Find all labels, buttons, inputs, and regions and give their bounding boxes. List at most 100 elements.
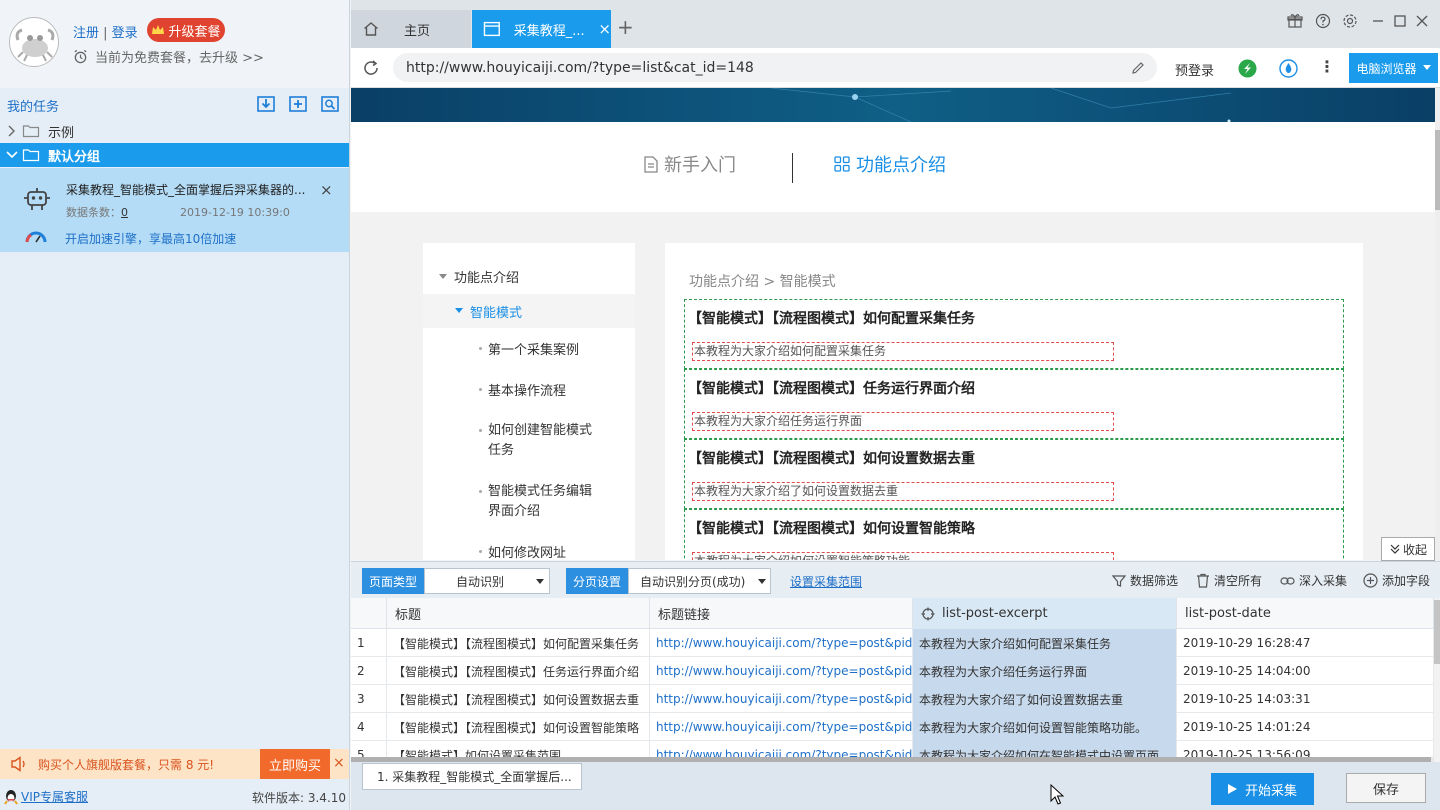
new-task-button[interactable] [288,94,308,114]
article-item[interactable]: 【智能模式】【流程图模式】任务运行界面介绍 本教程为大家介绍任务运行界面 [684,369,1344,439]
promo-text: 购买个人旗舰版套餐，只需 8 元! [38,758,215,772]
side-item[interactable]: 如何修改网址 [479,542,566,560]
table-row[interactable]: 4 【智能模式】【流程图模式】如何设置智能策略 http://www.houyi… [351,713,1434,741]
avatar[interactable] [9,17,59,67]
play-icon [1227,784,1237,794]
data-filter-button[interactable]: 数据筛选 [1112,572,1178,589]
tree-item-default-group[interactable]: 默认分组 [0,143,349,167]
caret-down-icon [536,579,544,584]
nav-beginner[interactable]: 新手入门 [644,151,736,177]
task-card[interactable]: 采集教程_智能模式_全面掌握后羿采集器的... 数据条数：0 2019-12-19… [0,168,349,252]
import-icon [257,96,275,112]
start-collect-button[interactable]: 开始采集 [1211,773,1314,805]
cell-excerpt: 本教程为大家介绍了如何设置数据去重 [913,685,1177,713]
grid-icon [834,156,850,172]
promo-close-icon[interactable]: × [333,755,345,771]
article-item[interactable]: 【智能模式】【流程图模式】如何配置采集任务 本教程为大家介绍如何配置采集任务 [684,299,1344,369]
help-icon[interactable] [1315,13,1331,29]
data-preview-table: 标题 标题链接 list-post-excerpt list-post-date… [351,598,1434,758]
link-icon [1280,576,1295,585]
side-smart-mode[interactable]: 智能模式 [423,294,635,328]
crown-icon [152,25,165,34]
cell-title: 【智能模式】【流程图模式】如何设置智能策略 [387,713,650,741]
side-item[interactable]: 如何创建智能模式 任务 [479,421,592,461]
cell-link: http://www.houyicaiji.com/?type=post&pid… [650,713,913,741]
data-count[interactable]: 0 [121,206,128,219]
side-item[interactable]: 智能模式任务编辑 界面介绍 [479,482,592,522]
side-item[interactable]: 第一个采集案例 [479,339,579,358]
tab-active[interactable]: 采集教程_... × [472,10,611,48]
tree-label-demo: 示例 [48,125,75,141]
settings-gear-icon[interactable] [1342,13,1358,29]
register-link[interactable]: 注册 [73,26,99,41]
row-number-header [351,598,387,629]
table-vertical-scrollbar-thumb[interactable] [1434,600,1440,664]
column-header[interactable]: 标题 [387,598,650,629]
side-root[interactable]: 功能点介绍 [439,267,519,286]
tree-label-default-group: 默认分组 [48,149,101,165]
pre-login-button[interactable]: 预登录 [1175,60,1214,79]
column-header-selected[interactable]: list-post-excerpt [913,598,1177,629]
data-count-label: 数据条数： [66,206,121,219]
article-title: 【智能模式】【流程图模式】如何设置智能策略 [688,521,975,537]
side-item-label: 如何创建智能模式 任务 [488,423,593,458]
accelerate-link[interactable]: 开启加速引擎，享最高10倍加速 [65,230,236,247]
buy-now-button[interactable]: 立即购买 [260,749,330,779]
url-input[interactable]: http://www.houyicaiji.com/?type=list&cat… [393,53,1157,82]
tab-active-label: 采集教程_... [513,23,585,39]
cell-date: 2019-10-25 14:01:24 [1177,713,1434,741]
tree-item-demo[interactable]: 示例 [0,119,349,143]
browser-mode-dropdown[interactable]: 电脑浏览器 [1349,53,1438,83]
edit-pencil-icon[interactable] [1130,60,1146,76]
maximize-icon[interactable] [1392,13,1408,29]
article-item[interactable]: 【智能模式】【流程图模式】如何设置智能策略 本教程为大家介绍如何设置智能策略功能… [684,509,1344,560]
nav-features[interactable]: 功能点介绍 [834,151,946,177]
table-row[interactable]: 1 【智能模式】【流程图模式】如何配置采集任务 http://www.houyi… [351,629,1434,657]
trash-icon [1197,573,1209,588]
column-header[interactable]: list-post-date [1177,598,1434,629]
refresh-icon[interactable] [362,59,380,77]
task-step-label: 1. 采集教程_智能模式_全面掌握后... [377,770,572,784]
side-item[interactable]: 基本操作流程 [479,380,566,399]
table-row[interactable]: 3 【智能模式】【流程图模式】如何设置数据去重 http://www.houyi… [351,685,1434,713]
page-type-select[interactable]: 自动识别 [424,568,550,594]
close-window-icon[interactable] [1414,13,1430,29]
vip-support-link[interactable]: VIP专属客服 [4,788,88,805]
speaker-icon [11,756,25,772]
vip-support-label: VIP专属客服 [21,790,88,804]
paging-select[interactable]: 自动识别分页(成功) [628,568,771,594]
article-item[interactable]: 【智能模式】【流程图模式】如何设置数据去重 本教程为大家介绍了如何设置数据去重 [684,439,1344,509]
blue-drop-icon[interactable] [1279,59,1298,78]
collapse-button[interactable]: 收起 [1381,537,1435,561]
upgrade-button[interactable]: 升级套餐 [147,18,225,42]
login-link[interactable]: 登录 [112,26,138,41]
table-row[interactable]: 5 【智能模式】如何设置采集范围 http://www.houyicaiji.c… [351,741,1434,758]
add-field-button[interactable]: 添加字段 [1363,572,1430,589]
search-task-button[interactable] [320,94,340,114]
webpage-scrollbar-thumb[interactable] [1435,130,1440,210]
nav-beginner-label: 新手入门 [664,155,736,176]
row-number: 5 [351,741,387,758]
table-row[interactable]: 2 【智能模式】【流程图模式】任务运行界面介绍 http://www.houyi… [351,657,1434,685]
banner-network-graphic [770,88,1232,122]
column-header-label: list-post-excerpt [942,606,1048,621]
set-range-link[interactable]: 设置采集范围 [790,573,862,590]
robot-icon [24,188,50,210]
browser-mode-label: 电脑浏览器 [1356,61,1417,76]
data-filter-label: 数据筛选 [1130,574,1179,588]
more-menu-icon[interactable]: ⋮ [1319,57,1335,76]
free-plan-tip[interactable]: 当前为免费套餐，去升级 >> [73,47,264,66]
tab-close-icon[interactable]: × [598,20,611,38]
minimize-icon[interactable] [1370,13,1386,29]
gift-icon[interactable] [1287,13,1303,29]
task-close-icon[interactable]: × [320,181,333,199]
new-tab-icon[interactable]: + [617,15,634,39]
save-button[interactable]: 保存 [1346,773,1426,803]
import-task-button[interactable] [256,94,276,114]
clear-all-button[interactable]: 清空所有 [1196,572,1262,589]
deep-collect-button[interactable]: 深入采集 [1280,572,1347,589]
tab-home[interactable]: 主页 [351,10,471,48]
column-header[interactable]: 标题链接 [650,598,913,629]
green-plugin-icon[interactable] [1238,59,1257,78]
task-step-tab[interactable]: 1. 采集教程_智能模式_全面掌握后... [362,763,582,790]
